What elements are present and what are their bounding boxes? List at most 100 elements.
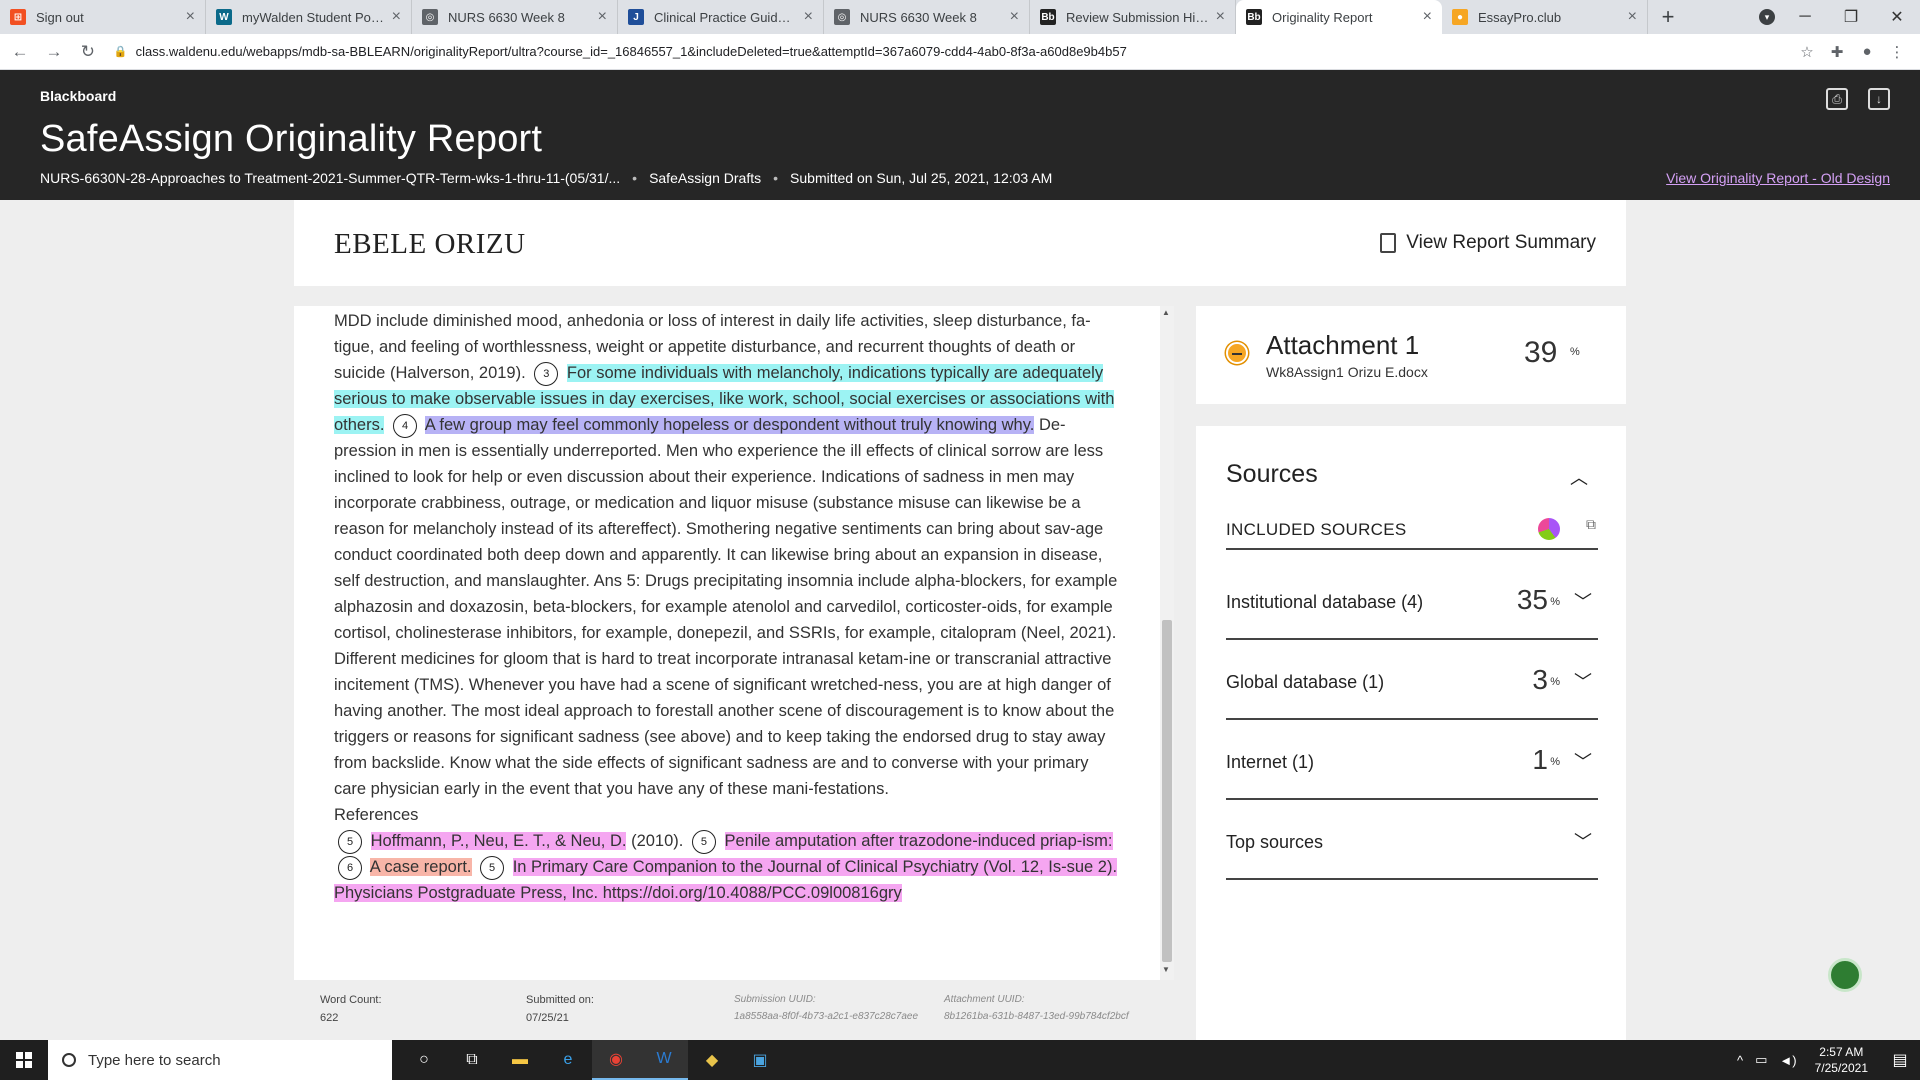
submitted-date: Submitted on Sun, Jul 25, 2021, 12:03 AM (790, 170, 1053, 186)
source-percent: 3 (1532, 664, 1548, 695)
forward-icon[interactable]: → (40, 38, 68, 66)
page-title: SafeAssign Originality Report (40, 118, 543, 160)
windows-icon: ⊞ (10, 9, 26, 25)
brand-label: Blackboard (40, 88, 117, 104)
restore-icon[interactable]: ❐ (1828, 0, 1874, 34)
close-tab-icon[interactable]: × (804, 8, 813, 26)
percent-symbol: % (1570, 346, 1580, 358)
url-input[interactable]: 🔒 class.waldenu.edu/webapps/mdb-sa-BBLEA… (114, 38, 1792, 66)
photos-icon[interactable]: ▣ (736, 1040, 784, 1080)
matched-text[interactable]: A few group may feel commonly hopeless o… (424, 416, 1035, 434)
percent-symbol: % (1550, 676, 1560, 688)
search-icon (62, 1053, 76, 1067)
match-number[interactable]: 4 (393, 413, 418, 438)
minimize-icon[interactable]: ─ (1782, 0, 1828, 34)
match-number[interactable]: 5 (480, 855, 505, 880)
profile-icon[interactable]: ● (1852, 43, 1882, 60)
new-tab-icon[interactable]: + (1648, 0, 1688, 34)
edge-icon[interactable]: e (544, 1040, 592, 1080)
extensions-icon[interactable]: ✚ (1822, 43, 1852, 61)
browser-tab[interactable]: Bb Originality Report × (1236, 0, 1442, 34)
match-number[interactable]: 3 (534, 361, 559, 386)
percent-symbol: % (1550, 756, 1560, 768)
walden-icon: W (216, 9, 232, 25)
tab-search-icon[interactable]: ▾ (1759, 9, 1775, 25)
cortana-icon[interactable]: ○ (400, 1040, 448, 1080)
bookmark-star-icon[interactable]: ☆ (1792, 43, 1822, 61)
close-tab-icon[interactable]: × (1010, 8, 1019, 26)
attachment-card[interactable]: Attachment 1 Wk8Assign1 Orizu E.docx 39 … (1196, 306, 1626, 404)
chevron-down-icon[interactable]: ﹀ (1574, 748, 1592, 774)
chevron-down-icon[interactable]: ﹀ (1574, 588, 1592, 614)
document-pane[interactable]: MDD include diminished mood, anhedonia o… (294, 306, 1174, 980)
expand-icon[interactable]: ⧉ (1586, 516, 1596, 533)
source-pie-icon[interactable] (1538, 518, 1560, 540)
back-icon[interactable]: ← (6, 38, 34, 66)
lock-icon[interactable]: 🔒 (114, 45, 128, 58)
start-button[interactable] (0, 1040, 48, 1080)
scrollbar-thumb[interactable] (1162, 620, 1172, 962)
close-tab-icon[interactable]: × (1216, 8, 1225, 26)
browser-tab[interactable]: J Clinical Practice Guideline f… × (618, 0, 824, 34)
essaypro-icon: ● (1452, 9, 1468, 25)
print-icon[interactable]: ⎙ (1826, 88, 1848, 110)
browser-tab[interactable]: ◎ NURS 6630 Week 8 × (824, 0, 1030, 34)
help-assistant-icon[interactable] (1828, 958, 1862, 992)
close-tab-icon[interactable]: × (1423, 8, 1432, 26)
scroll-down-icon[interactable]: ▼ (1162, 965, 1170, 974)
browser-tab[interactable]: ⊞ Sign out × (0, 0, 206, 34)
task-view-icon[interactable]: ⧉ (448, 1040, 496, 1080)
taskbar-search-input[interactable]: Type here to search (48, 1040, 392, 1080)
chrome-icon[interactable]: ◉ (592, 1040, 640, 1080)
tab-label: Review Submission History (1066, 9, 1210, 25)
document-text: MDD include diminished mood, anhedonia o… (334, 308, 1124, 906)
windows-taskbar: Type here to search ○ ⧉ ▬ e ◉ W ◆ ▣ ^ ▭ … (0, 1040, 1920, 1080)
close-tab-icon[interactable]: × (186, 8, 195, 26)
matched-text[interactable]: A case report. (369, 858, 472, 876)
match-number[interactable]: 5 (338, 829, 362, 854)
submitted-on: Submitted on: 07/25/21 (526, 994, 594, 1024)
matched-text[interactable]: Hoffmann, P., Neu, E. T., & Neu, D. (370, 832, 627, 850)
view-report-summary-button[interactable]: View Report Summary (1380, 232, 1596, 254)
close-window-icon[interactable]: ✕ (1874, 0, 1920, 34)
volume-icon[interactable]: ◄) (1779, 1053, 1796, 1068)
match-number[interactable]: 5 (691, 829, 716, 854)
source-row[interactable]: Institutional database (4) 35% ﹀ (1226, 560, 1598, 640)
close-tab-icon[interactable]: × (392, 8, 401, 26)
source-row[interactable]: Global database (1) 3% ﹀ (1226, 640, 1598, 720)
source-name: Institutional database (4) (1226, 592, 1424, 612)
blackboard-icon: Bb (1246, 9, 1262, 25)
close-tab-icon[interactable]: × (1628, 8, 1637, 26)
source-percent: 1 (1532, 744, 1548, 775)
file-explorer-icon[interactable]: ▬ (496, 1040, 544, 1080)
reload-icon[interactable]: ↻ (74, 38, 102, 66)
download-icon[interactable]: ↓ (1868, 88, 1890, 110)
word-icon[interactable]: W (640, 1040, 688, 1080)
globe-icon: ◎ (834, 9, 850, 25)
browser-menu-icon[interactable]: ⋮ (1882, 43, 1912, 61)
browser-tab[interactable]: WmyWalden Student Portal × (206, 0, 412, 34)
close-tab-icon[interactable]: × (598, 8, 607, 26)
source-row[interactable]: Internet (1) 1% ﹀ (1226, 720, 1598, 800)
url-text[interactable]: class.waldenu.edu/webapps/mdb-sa-BBLEARN… (136, 44, 1792, 59)
tab-label: NURS 6630 Week 8 (448, 9, 565, 25)
browser-tab[interactable]: ◎ NURS 6630 Week 8 × (412, 0, 618, 34)
old-design-link[interactable]: View Originality Report - Old Design (1666, 170, 1890, 186)
clock[interactable]: 2:57 AM 7/25/2021 (1815, 1044, 1868, 1076)
app-icon[interactable]: ◆ (688, 1040, 736, 1080)
chevron-up-icon[interactable]: ^ (1737, 1053, 1743, 1068)
notifications-icon[interactable]: ▤ (1880, 1050, 1920, 1070)
tab-label: Sign out (36, 9, 84, 25)
matched-text[interactable]: Penile amputation after trazodone-induce… (724, 832, 1113, 850)
attachment-percent: 39 (1524, 336, 1558, 369)
chevron-down-icon[interactable]: ﹀ (1574, 668, 1592, 694)
browser-tab[interactable]: ● EssayPro.club × (1442, 0, 1648, 34)
source-row[interactable]: Top sources ﹀ (1226, 800, 1598, 880)
scroll-up-icon[interactable]: ▲ (1162, 308, 1170, 317)
chevron-down-icon[interactable]: ﹀ (1574, 828, 1592, 854)
source-percent: 35 (1516, 584, 1548, 615)
browser-tab[interactable]: Bb Review Submission History × (1030, 0, 1236, 34)
chevron-up-icon[interactable]: ︿ (1570, 464, 1588, 490)
match-number[interactable]: 6 (338, 855, 362, 880)
network-icon[interactable]: ▭ (1755, 1052, 1767, 1068)
